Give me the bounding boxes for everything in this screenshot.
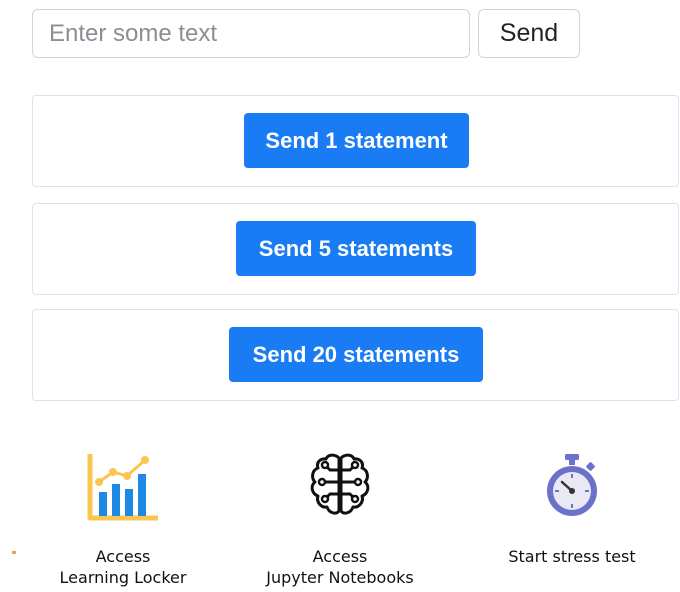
send-button[interactable]: Send	[478, 9, 580, 58]
brain-circuit-icon	[310, 453, 370, 515]
send-1-statement-button[interactable]: Send 1 statement	[244, 113, 469, 168]
stopwatch-icon	[547, 454, 597, 516]
corner-mark	[12, 551, 16, 554]
send-5-statements-button[interactable]: Send 5 statements	[236, 221, 476, 276]
start-stress-test-link[interactable]: Start stress test	[472, 448, 672, 567]
access-jupyter-notebooks-link[interactable]: Access Jupyter Notebooks	[240, 448, 440, 588]
bar-chart-icon	[87, 454, 158, 521]
stress-test-label: Start stress test	[508, 547, 636, 566]
access-learning-locker-link[interactable]: Access Learning Locker	[23, 448, 223, 588]
learning-locker-label: Access Learning Locker	[59, 547, 187, 587]
jupyter-notebooks-label: Access Jupyter Notebooks	[266, 547, 414, 587]
text-input[interactable]	[32, 9, 470, 58]
send-20-statements-button[interactable]: Send 20 statements	[229, 327, 483, 382]
statement-card-5: Send 5 statements	[32, 203, 679, 295]
statement-card-1: Send 1 statement	[32, 95, 679, 187]
statement-card-20: Send 20 statements	[32, 309, 679, 401]
